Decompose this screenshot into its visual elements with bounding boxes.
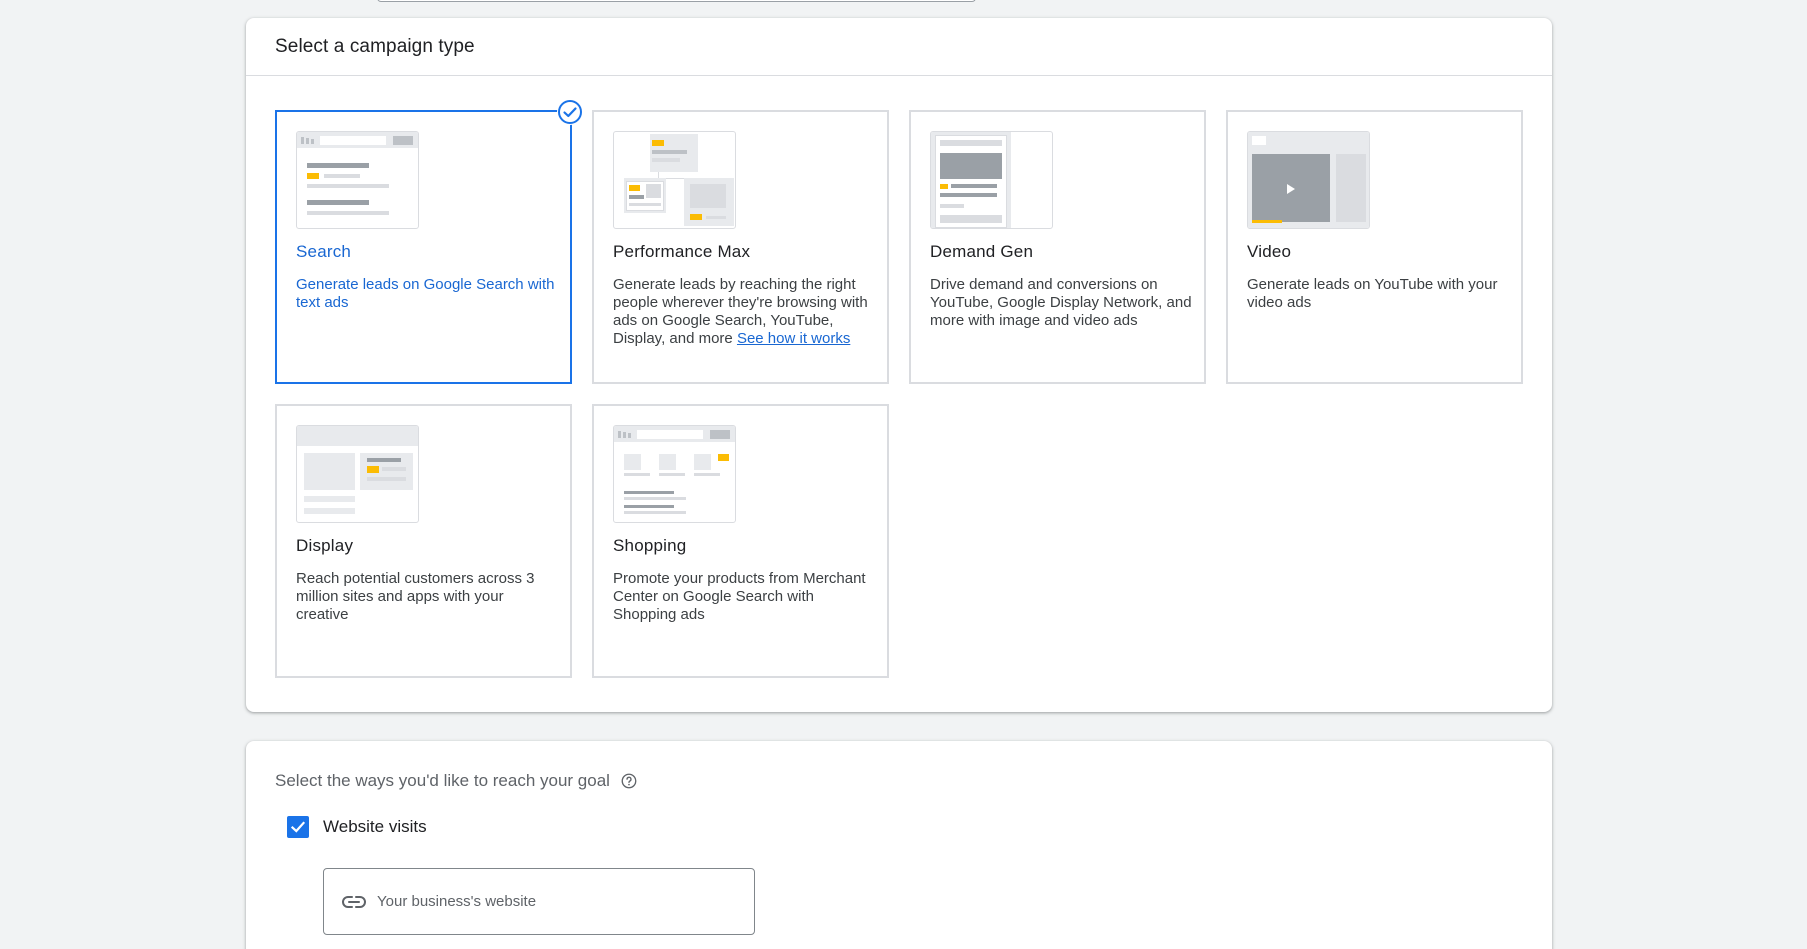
- campaign-card-name: Demand Gen: [930, 242, 1034, 261]
- link-icon: [342, 895, 366, 908]
- website-input-field[interactable]: [323, 868, 755, 935]
- see-how-it-works-link[interactable]: See how it works: [737, 330, 850, 347]
- campaign-card-name: Video: [1247, 242, 1292, 261]
- website-visits-checkbox[interactable]: [287, 816, 309, 838]
- goal-title: Select the ways you'd like to reach your…: [275, 771, 610, 790]
- checkmark-icon: [290, 821, 306, 833]
- campaign-type-title: Select a campaign type: [275, 36, 475, 57]
- campaign-card-name: Search: [296, 242, 352, 261]
- search-campaign-thumbnail-icon: [296, 131, 419, 229]
- campaign-card-demand-gen[interactable]: Demand Gen Drive demand and conversions …: [909, 110, 1206, 384]
- demand-gen-thumbnail-icon: [930, 131, 1053, 229]
- goal-title-row: Select the ways you'd like to reach your…: [275, 771, 638, 791]
- goal-panel: Select the ways you'd like to reach your…: [246, 741, 1552, 949]
- campaign-card-description: Drive demand and conversions on YouTube,…: [930, 276, 1192, 329]
- campaign-card-shopping[interactable]: Shopping Promote your products from Merc…: [592, 404, 889, 678]
- performance-max-thumbnail-icon: [613, 131, 736, 229]
- campaign-card-name: Shopping: [613, 536, 687, 555]
- campaign-card-description: Generate leads on YouTube with your vide…: [1247, 276, 1498, 311]
- campaign-card-display[interactable]: Display Reach potential customers across…: [275, 404, 572, 678]
- campaign-card-video[interactable]: Video Generate leads on YouTube with you…: [1226, 110, 1523, 384]
- campaign-card-name: Display: [296, 536, 354, 555]
- campaign-card-description: Generate leads on Google Search with tex…: [296, 276, 555, 311]
- campaign-card-description: Reach potential customers across 3 milli…: [296, 570, 535, 623]
- campaign-card-description: Generate leads by reaching the right peo…: [613, 276, 875, 348]
- website-visits-label: Website visits: [323, 817, 427, 836]
- campaign-card-performance-max[interactable]: Performance Max Generate leads by reachi…: [592, 110, 889, 384]
- campaign-type-panel: Select a campaign type Search Generate l…: [246, 18, 1552, 712]
- website-url-input[interactable]: [377, 893, 747, 910]
- help-icon[interactable]: [620, 772, 638, 790]
- selected-check-icon: [557, 99, 583, 125]
- display-thumbnail-icon: [296, 425, 419, 523]
- campaign-card-description: Promote your products from Merchant Cent…: [613, 570, 866, 623]
- video-thumbnail-icon: [1247, 131, 1370, 229]
- website-visits-option[interactable]: Website visits: [287, 816, 427, 838]
- campaign-card-name: Performance Max: [613, 242, 751, 261]
- campaign-card-search[interactable]: Search Generate leads on Google Search w…: [275, 99, 583, 384]
- panel-header: Select a campaign type: [246, 18, 1552, 76]
- top-input-field-edge[interactable]: [377, 0, 976, 2]
- shopping-thumbnail-icon: [613, 425, 736, 523]
